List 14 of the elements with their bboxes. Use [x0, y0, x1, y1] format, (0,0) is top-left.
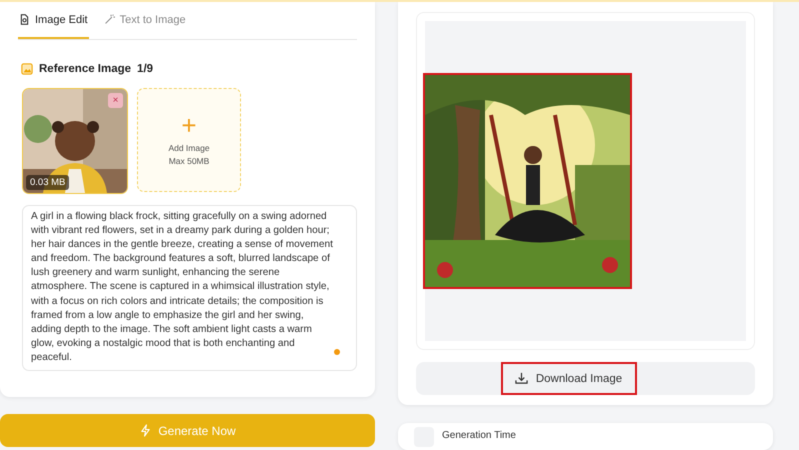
info-label: Generation Time: [442, 430, 516, 441]
image-file-icon: [19, 14, 30, 25]
magic-wand-icon: [104, 14, 115, 25]
tab[interactable]: Text to Image: [102, 2, 187, 39]
download-button[interactable]: Download Image: [500, 362, 636, 395]
prompt-field[interactable]: A girl in a flowing black frock, sitting gracefully on a swing adorned with vibrant red flowers, set in a dreamy park during a golden hour; her hair dances in the gentle breeze, creating a sense of movement and freedom. The background features a soft, blurred landscape of lush greenery and warm sunlight, enhancing the serene atmosphere. The scene is captured in a whimsical illustration style, with a focus on rich colors and intricate details; the composition is framed from a low angle to emphasize the girl and her swing, adding depth to the image. The soft ambient light casts a warm glow, evoking a nostalgic mood that is both enchanting and peaceful.: [22, 205, 357, 371]
file-size: 0.03 MB: [26, 175, 70, 190]
download-icon: [514, 372, 528, 385]
lightning-icon: [139, 424, 152, 437]
image-count: 1/9: [137, 63, 154, 75]
image-icon: [21, 63, 33, 75]
add-image-button[interactable]: + Add Image Max 50MB: [137, 88, 241, 192]
tab[interactable]: Image Edit: [18, 2, 89, 39]
section-title: Reference Image: [39, 63, 132, 75]
